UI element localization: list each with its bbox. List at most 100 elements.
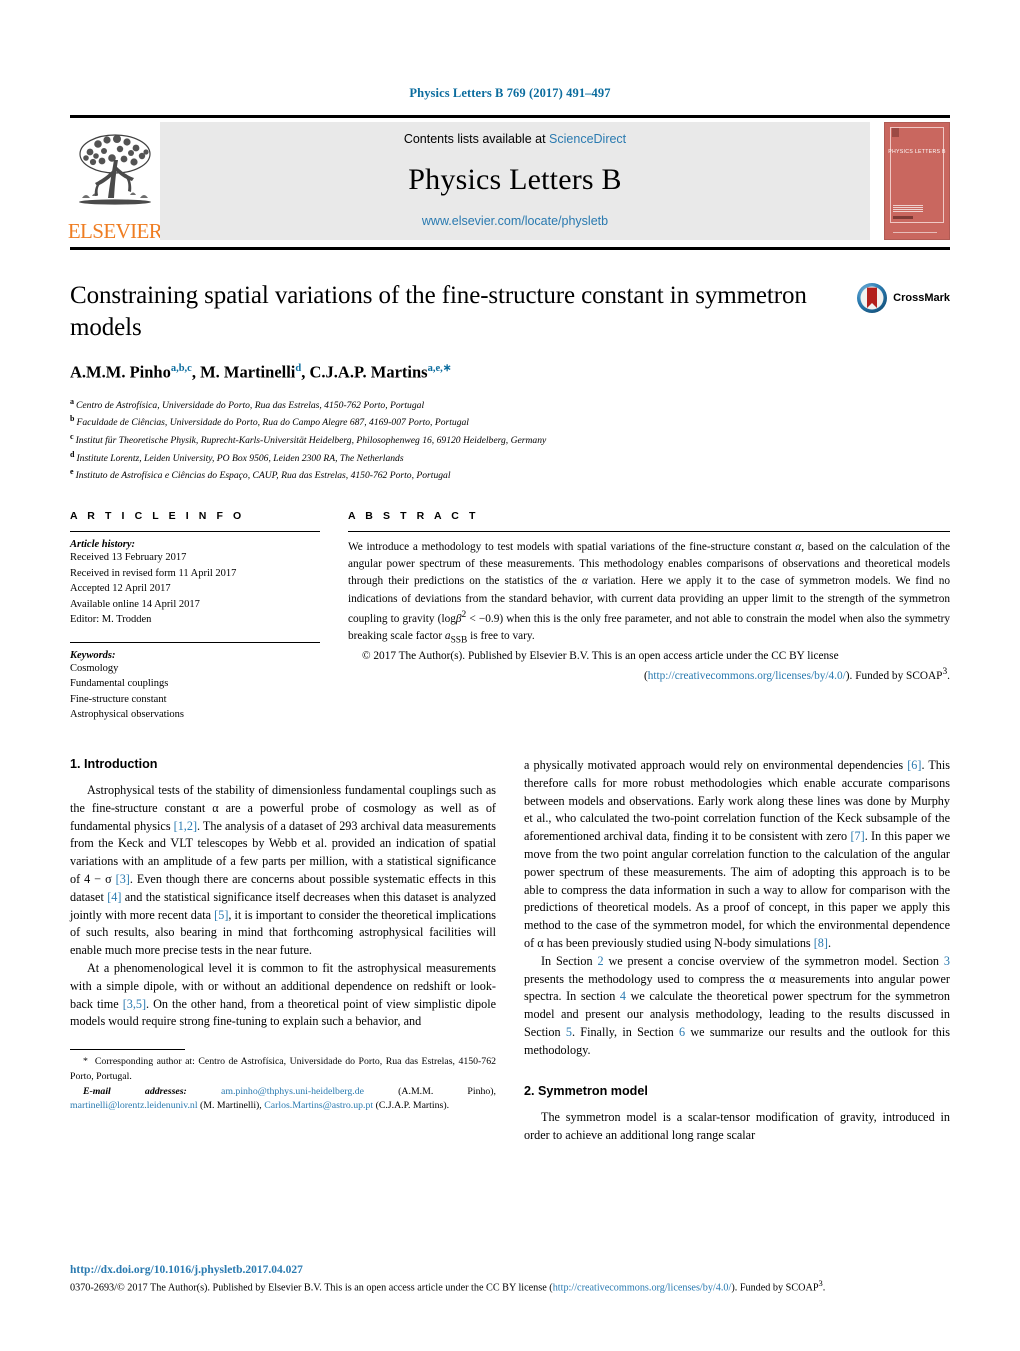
cover-title-text: PHYSICS LETTERS B: [888, 149, 946, 155]
affiliation-text: Institute Lorentz, Leiden University, PO…: [76, 452, 404, 464]
abstract-text-a: We introduce a methodology to test model…: [348, 541, 796, 554]
email-owner: (C.J.A.P. Martins).: [375, 1100, 450, 1112]
paper-page: Physics Letters B 769 (2017) 491–497 ELS…: [0, 0, 1020, 1351]
citation-link[interactable]: [3]: [116, 872, 130, 886]
cover-footer-block: [893, 232, 937, 234]
citation-link[interactable]: [4]: [107, 890, 121, 904]
text-run: a physically motivated approach would re…: [524, 757, 908, 772]
section-heading-introduction: 1. Introduction: [70, 756, 158, 771]
page-footer: http://dx.doi.org/10.1016/j.physletb.201…: [70, 1264, 950, 1296]
abstract-heading: A B S T R A C T: [348, 510, 479, 523]
intro-paragraph-4: In Section 2 we present a concise overvi…: [524, 953, 950, 1060]
text-run: .: [827, 936, 831, 950]
elsevier-wordmark: ELSEVIER: [67, 219, 163, 243]
article-info-rule: [70, 531, 320, 533]
article-info-column: A R T I C L E I N F O Article history: R…: [70, 510, 320, 723]
section-heading-symmetron-model: 2. Symmetron model: [524, 1083, 648, 1098]
copyright-text: © 2017 The Author(s). Published by Elsev…: [362, 650, 839, 663]
email-addresses-note: E-mail addresses: am.pinho@thphys.uni-he…: [70, 1085, 496, 1114]
affiliation-text: Faculdade de Ciências, Universidade do P…: [76, 417, 469, 429]
abstract-paragraph: We introduce a methodology to test model…: [348, 539, 950, 647]
keywords-label: Keywords:: [70, 649, 116, 661]
cover-text-block: [893, 205, 923, 213]
citation-link[interactable]: [5]: [214, 908, 228, 922]
footnote-block: * Corresponding author at: Centro de Ast…: [70, 1049, 496, 1114]
period: .: [947, 670, 950, 683]
author-name: C.J.A.P. Martins: [309, 362, 428, 382]
info-abstract-row: A R T I C L E I N F O Article history: R…: [70, 510, 950, 723]
affiliation-item: d Institute Lorentz, Leiden University, P…: [70, 449, 950, 467]
affiliation-item: e Instituto de Astrofísica e Ciências do …: [70, 466, 950, 484]
page-title: Constraining spatial variations of the f…: [70, 282, 807, 341]
author-affiliation-marks[interactable]: a,e,∗: [428, 363, 452, 374]
section-link[interactable]: 3: [944, 954, 950, 968]
citation-link[interactable]: [6]: [907, 758, 921, 772]
copyright-part-c: .: [822, 1282, 826, 1294]
keywords-block: Keywords: Cosmology Fundamental coupling…: [70, 641, 320, 723]
affiliation-label: e: [70, 467, 74, 477]
abstract-column: A B S T R A C T We introduce a methodolo…: [348, 510, 950, 723]
keyword-item: Fine-structure constant: [70, 693, 167, 705]
masthead-bottom-rule: [70, 247, 950, 250]
abstract-text-e: is free to vary.: [467, 629, 535, 642]
citation-link[interactable]: [1,2]: [174, 819, 197, 833]
affiliation-label: c: [70, 431, 74, 441]
copyright-part-b: ). Funded by: [731, 1282, 786, 1294]
author-list: A.M.M. Pinhoa,b,c, M. Martinellid, C.J.A…: [70, 362, 452, 382]
masthead-center: Contents lists available at ScienceDirec…: [160, 122, 870, 240]
cover-corner-mark: [892, 128, 899, 137]
abstract-license-line: (http://creativecommons.org/licenses/by/…: [348, 665, 950, 685]
text-run: . Finally, in Section: [571, 1025, 679, 1040]
author-affiliation-marks[interactable]: a,b,c: [171, 363, 192, 374]
contents-list-line: Contents lists available at ScienceDirec…: [404, 132, 626, 146]
history-received: Received 13 February 2017: [70, 552, 187, 564]
citation-link[interactable]: [8]: [814, 936, 828, 950]
article-info-heading: A R T I C L E I N F O: [70, 510, 245, 523]
keywords-rule: [70, 641, 320, 643]
journal-masthead: ELSEVIER Contents lists available at Sci…: [67, 115, 950, 244]
sciencedirect-link[interactable]: ScienceDirect: [549, 132, 626, 146]
elsevier-tree-icon: [79, 134, 151, 205]
history-revised: Received in revised form 11 April 2017: [70, 567, 237, 579]
affiliation-text: Centro de Astrofísica, Universidade do P…: [76, 399, 425, 411]
footnote-rule: [70, 1049, 185, 1051]
history-editor: Editor: M. Trodden: [70, 614, 152, 626]
text-run: . In this paper we move from the two poi…: [524, 829, 950, 950]
crossmark-badge[interactable]: CrossMark: [856, 282, 950, 314]
email-link[interactable]: Carlos.Martins@astro.up.pt: [264, 1100, 373, 1111]
cc-license-link[interactable]: http://creativecommons.org/licenses/by/4…: [648, 670, 846, 682]
citation-link[interactable]: [3,5]: [123, 997, 146, 1011]
email-label: E-mail addresses:: [83, 1085, 187, 1097]
affiliation-label: b: [70, 414, 75, 424]
abstract-copyright: © 2017 The Author(s). Published by Elsev…: [348, 648, 950, 665]
email-link[interactable]: am.pinho@thphys.uni-heidelberg.de: [221, 1086, 364, 1097]
journal-homepage-link[interactable]: www.elsevier.com/locate/physletb: [422, 214, 608, 228]
symmetron-paragraph-1: The symmetron model is a scalar-tensor m…: [524, 1109, 950, 1142]
affiliation-label: a: [70, 396, 74, 406]
author-affiliation-marks[interactable]: d: [295, 363, 301, 374]
abstract-rule: [348, 531, 950, 533]
crossmark-icon: [857, 283, 888, 313]
affiliation-list: a Centro de Astrofísica, Universidade do …: [70, 396, 950, 485]
cc-license-link[interactable]: http://creativecommons.org/licenses/by/4…: [553, 1283, 732, 1294]
running-head: Physics Letters B 769 (2017) 491–497: [409, 86, 611, 100]
citation-link[interactable]: [7]: [850, 829, 864, 843]
column-left: 1. Introduction Astrophysical tests of t…: [70, 757, 496, 1144]
affiliation-text: Institut für Theoretische Physik, Ruprec…: [75, 435, 547, 447]
author-name: A.M.M. Pinho: [70, 362, 171, 382]
email-link[interactable]: martinelli@lorentz.leidenuniv.nl: [70, 1100, 198, 1111]
crossmark-label: CrossMark: [893, 292, 950, 304]
keyword-item: Fundamental couplings: [70, 678, 169, 690]
corresponding-text: Corresponding author at: Centro de Astro…: [70, 1056, 496, 1082]
affiliation-item: c Institut für Theoretische Physik, Rupre…: [70, 431, 950, 449]
contents-prefix: Contents lists available at: [403, 132, 546, 146]
funded-text: ). Funded by SCOAP: [845, 670, 943, 683]
title-block: CrossMark Constraining spatial variation…: [70, 280, 950, 484]
journal-title: Physics Letters B: [408, 163, 622, 196]
email-owner: (A.M.M. Pinho),: [398, 1085, 497, 1097]
history-accepted: Accepted 12 April 2017: [70, 583, 171, 595]
journal-cover-thumbnail[interactable]: PHYSICS LETTERS B: [884, 122, 950, 240]
doi-link[interactable]: http://dx.doi.org/10.1016/j.physletb.201…: [70, 1264, 950, 1276]
column-right: a physically motivated approach would re…: [524, 757, 950, 1144]
affiliation-label: d: [70, 449, 75, 459]
